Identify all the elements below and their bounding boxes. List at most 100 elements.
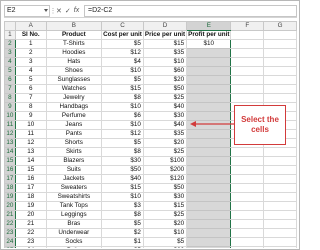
cell-profit[interactable] [186,120,232,130]
cell-cost[interactable]: $10 [101,66,144,76]
row-header[interactable]: 22 [4,219,16,229]
cell-price[interactable]: $50 [142,84,188,94]
cell-profit[interactable] [186,93,232,103]
row-header[interactable]: 24 [4,237,16,247]
cell-product[interactable]: Jewelry [45,93,103,103]
cell-cost[interactable]: $15 [101,84,144,94]
empty-cell[interactable] [230,147,265,157]
empty-cell[interactable] [230,84,265,94]
empty-cell[interactable] [263,30,297,40]
cell-cost[interactable]: $12 [101,48,144,58]
cell-cost[interactable]: $8 [101,147,144,157]
cell-product[interactable]: Blazers [45,156,103,166]
cell-price[interactable]: $20 [142,75,188,85]
cell-profit[interactable] [186,138,232,148]
cell-cost[interactable]: $5 [101,39,144,49]
cell-sl-no[interactable]: 16 [14,174,47,184]
header-cell-price[interactable]: Price per unit [142,30,188,40]
cell-profit[interactable] [186,48,232,58]
row-header[interactable]: 16 [4,165,16,175]
cell-profit[interactable] [186,192,232,202]
cell-product[interactable]: Jeans [45,120,103,130]
row-header[interactable]: 11 [4,120,16,130]
row-header[interactable]: 18 [4,183,16,193]
cell-profit[interactable] [186,111,232,121]
empty-cell[interactable] [263,75,297,85]
row-header[interactable]: 1 [4,30,16,40]
row-header[interactable]: 14 [4,147,16,157]
row-header[interactable]: 21 [4,210,16,220]
empty-cell[interactable] [263,237,297,247]
header-cell-cost[interactable]: Cost per unit [101,30,144,40]
row-header[interactable]: 3 [4,48,16,58]
cell-price[interactable]: $20 [142,138,188,148]
cell-sl-no[interactable]: 10 [14,120,47,130]
cell-sl-no[interactable]: 24 [14,246,47,248]
cell-product[interactable]: Shoes [45,66,103,76]
cell-sl-no[interactable]: 20 [14,210,47,220]
empty-cell[interactable] [230,228,265,238]
cell-sl-no[interactable]: 19 [14,201,47,211]
empty-cell[interactable] [230,192,265,202]
cell-cost[interactable]: $10 [101,120,144,130]
cell-price[interactable]: $25 [142,147,188,157]
cell-price[interactable]: $35 [142,48,188,58]
column-header-c[interactable]: C [101,21,144,31]
cell-product[interactable]: Watches [45,84,103,94]
cell-price[interactable]: $5 [142,237,188,247]
cell-cost[interactable]: $12 [101,129,144,139]
empty-cell[interactable] [263,57,297,67]
cell-sl-no[interactable]: 12 [14,138,47,148]
empty-cell[interactable] [230,246,265,248]
cell-profit[interactable] [186,156,232,166]
empty-cell[interactable] [263,174,297,184]
cell-product[interactable]: Belts [45,246,103,248]
cell-cost[interactable]: $10 [101,102,144,112]
cell-cost[interactable]: $3 [101,201,144,211]
header-cell-product[interactable]: Product [45,30,103,40]
empty-cell[interactable] [263,84,297,94]
cell-sl-no[interactable]: 9 [14,111,47,121]
empty-cell[interactable] [230,201,265,211]
cell-profit[interactable] [186,75,232,85]
empty-cell[interactable] [263,192,297,202]
cell-profit[interactable] [186,237,232,247]
cell-sl-no[interactable]: 13 [14,147,47,157]
cell-sl-no[interactable]: 11 [14,129,47,139]
cell-product[interactable]: Hoodies [45,48,103,58]
cell-price[interactable]: $35 [142,129,188,139]
cell-product[interactable]: Leggings [45,210,103,220]
cell-product[interactable]: Perfume [45,111,103,121]
cell-sl-no[interactable]: 8 [14,102,47,112]
cell-sl-no[interactable]: 23 [14,237,47,247]
cell-profit[interactable] [186,84,232,94]
cell-price[interactable]: $200 [142,165,188,175]
cell-product[interactable]: Jackets [45,174,103,184]
cell-price[interactable]: $30 [142,111,188,121]
row-header[interactable]: 2 [4,39,16,49]
row-header[interactable]: 23 [4,228,16,238]
empty-cell[interactable] [230,93,265,103]
row-header[interactable]: 7 [4,84,16,94]
cell-cost[interactable]: $15 [101,183,144,193]
empty-cell[interactable] [263,246,297,248]
empty-cell[interactable] [230,75,265,85]
empty-cell[interactable] [230,237,265,247]
empty-cell[interactable] [230,174,265,184]
row-header[interactable]: 17 [4,174,16,184]
empty-cell[interactable] [263,183,297,193]
chevron-down-icon[interactable] [44,8,48,12]
cell-profit[interactable] [186,57,232,67]
cell-sl-no[interactable]: 5 [14,75,47,85]
cell-sl-no[interactable]: 3 [14,57,47,67]
cell-profit[interactable] [186,129,232,139]
cell-price[interactable]: $100 [142,156,188,166]
empty-cell[interactable] [230,48,265,58]
cell-profit[interactable] [186,183,232,193]
formula-input[interactable]: =D2-C2 [84,4,297,17]
cell-cost[interactable]: $6 [101,111,144,121]
row-header[interactable]: 13 [4,138,16,148]
function-icon[interactable]: fx [74,7,79,14]
cell-product[interactable]: Sunglasses [45,75,103,85]
cell-sl-no[interactable]: 22 [14,228,47,238]
